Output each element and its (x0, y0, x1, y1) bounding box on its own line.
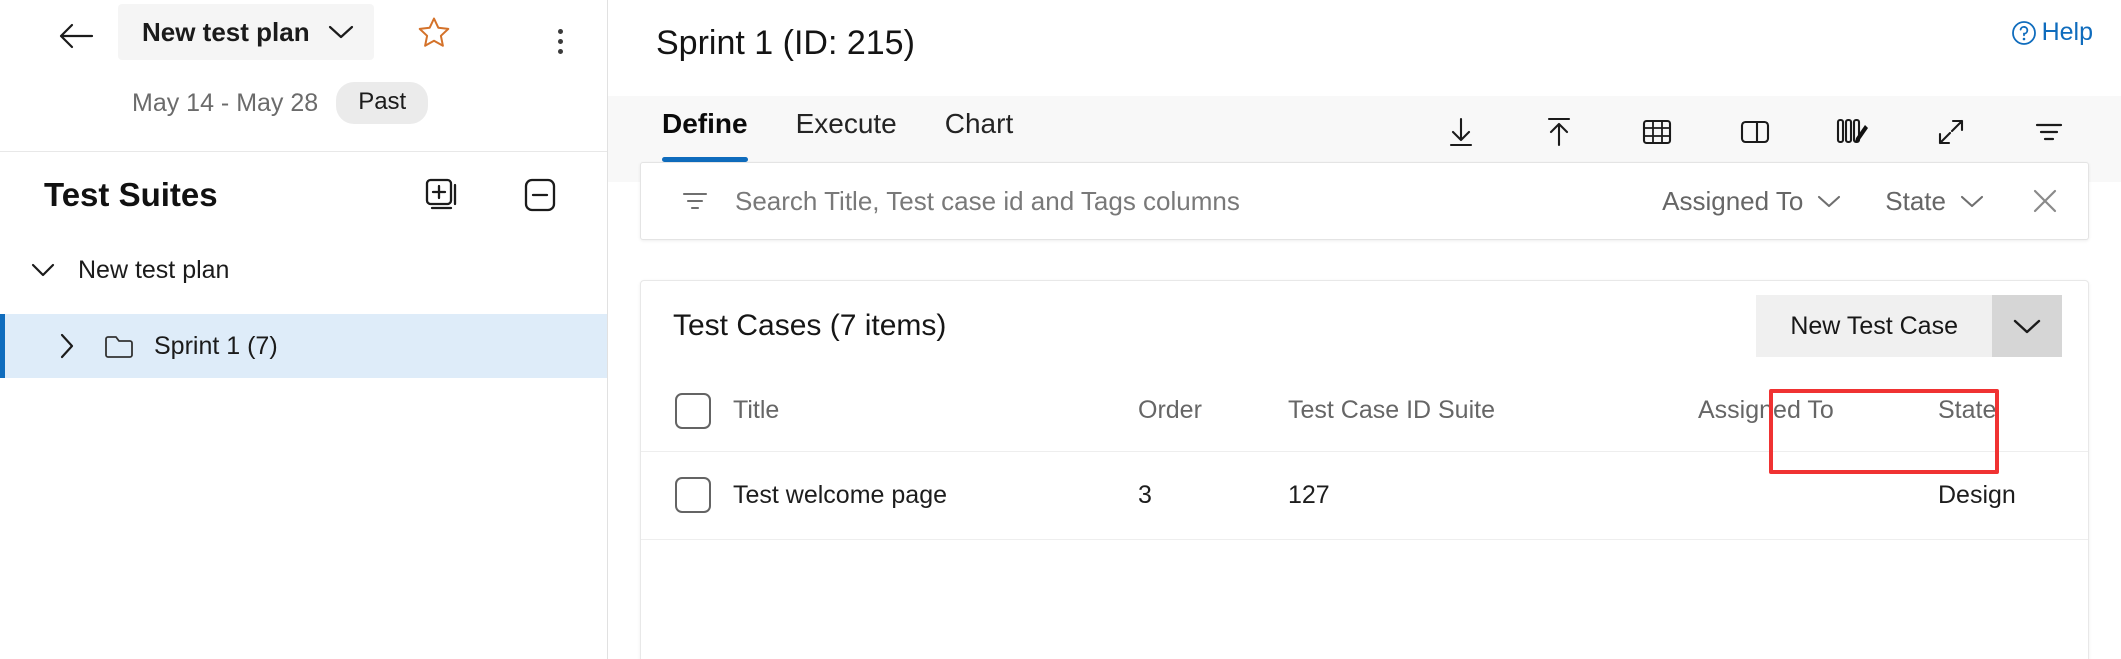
cell-value: 127 (1288, 481, 1330, 509)
test-cases-header: Test Cases (7 items) New Test Case (641, 281, 2088, 371)
filter-state-label: State (1885, 186, 1946, 217)
test-cases-card: Test Cases (7 items) New Test Case (640, 280, 2089, 659)
column-header-assigned-to[interactable]: Assigned To (1698, 371, 1938, 451)
folder-icon (104, 334, 134, 359)
tab-execute[interactable]: Execute (772, 108, 921, 162)
test-suites-header: Test Suites (0, 152, 607, 238)
row-checkbox[interactable] (675, 477, 711, 513)
chevron-down-icon (328, 24, 354, 40)
row-select-cell (641, 451, 733, 539)
expand-icon[interactable] (1923, 102, 1979, 162)
filter-assigned-to[interactable]: Assigned To (1662, 186, 1841, 217)
search-input[interactable] (735, 186, 1618, 217)
search-filter-icon[interactable] (679, 188, 711, 214)
new-test-case-split-button: New Test Case (1756, 295, 2062, 357)
tree-item-sprint-1[interactable]: Sprint 1 (7) (0, 314, 607, 378)
new-test-case-button[interactable]: New Test Case (1756, 295, 1992, 357)
tab-chart[interactable]: Chart (921, 108, 1037, 162)
table-header-row: Title Order Test Case ID Suite Assigned (641, 371, 2088, 451)
tab-define[interactable]: Define (656, 108, 772, 162)
help-label: Help (2042, 18, 2093, 47)
test-cases-heading: Test Cases (7 items) (673, 309, 946, 343)
new-test-case-caret[interactable] (1992, 295, 2062, 357)
grid-icon[interactable] (1629, 102, 1685, 162)
filter-state[interactable]: State (1885, 186, 1984, 217)
column-header-test-case-id[interactable]: Test Case ID (1288, 371, 1438, 451)
upload-icon[interactable] (1531, 102, 1587, 162)
plan-date-row: May 14 - May 28 Past (0, 82, 607, 124)
table-header: Title Order Test Case ID Suite Assigned (641, 371, 2088, 451)
help-circle-icon (2010, 19, 2038, 47)
test-suites-title: Test Suites (44, 176, 218, 214)
column-header-title[interactable]: Title (733, 371, 1138, 451)
cell-test-case-id: 127 (1288, 451, 1438, 539)
test-suites-actions (421, 174, 561, 216)
column-header-suite[interactable]: Suite (1438, 371, 1698, 451)
search-wrap: Assigned To State (608, 162, 2121, 240)
table-row[interactable]: Test welcome page 3 127 (641, 451, 2088, 539)
cell-order: 3 (1138, 451, 1288, 539)
table-body: Test welcome page 3 127 (641, 451, 2088, 539)
collapse-all-icon[interactable] (519, 174, 561, 216)
column-options-icon[interactable] (1825, 102, 1881, 162)
column-header-order[interactable]: Order (1138, 371, 1288, 451)
back-arrow-icon[interactable] (52, 12, 100, 60)
add-suite-icon[interactable] (421, 174, 463, 216)
test-cases-table: Title Order Test Case ID Suite Assigned (641, 371, 2088, 540)
tree-item-new-test-plan[interactable]: New test plan (0, 242, 607, 298)
help-link[interactable]: Help (2010, 18, 2093, 47)
chevron-down-icon (1960, 194, 1984, 208)
more-options-icon[interactable] (540, 20, 580, 62)
test-suites-tree: New test plan Sprint 1 (7) (0, 238, 607, 378)
favorite-star-icon[interactable] (412, 10, 456, 54)
chevron-right-icon[interactable] (44, 332, 90, 360)
plan-date-range: May 14 - May 28 (132, 89, 318, 118)
side-panel-icon[interactable] (1727, 102, 1783, 162)
clear-filters-icon[interactable] (2028, 184, 2062, 218)
column-label: Suite (1438, 396, 1495, 424)
column-label: Test Case ID (1288, 396, 1431, 424)
test-plans-app: New test plan May 14 - May 28 Past (0, 0, 2121, 659)
test-plan-selector[interactable]: New test plan (118, 4, 374, 60)
download-icon[interactable] (1433, 102, 1489, 162)
column-label: Order (1138, 396, 1202, 424)
tree-item-label: Sprint 1 (7) (154, 332, 278, 361)
filter-icon[interactable] (2021, 102, 2077, 162)
chevron-down-icon[interactable] (20, 262, 66, 278)
page-title: Sprint 1 (ID: 215) (656, 24, 915, 63)
search-bar: Assigned To State (640, 162, 2089, 240)
chevron-down-icon (1817, 194, 1841, 208)
select-all-checkbox[interactable] (675, 393, 711, 429)
cell-title: Test welcome page (733, 451, 1138, 539)
test-plan-name: New test plan (142, 17, 310, 48)
filter-assigned-to-label: Assigned To (1662, 186, 1803, 217)
plan-header: New test plan May 14 - May 28 Past (0, 0, 607, 152)
plan-status-badge: Past (336, 82, 428, 124)
main-toolbar (1433, 102, 2077, 162)
column-header-state[interactable]: State (1938, 371, 2088, 451)
page-title-bar: Sprint 1 (ID: 215) Help (608, 0, 2121, 96)
select-all-cell (641, 371, 733, 451)
tree-item-label: New test plan (78, 256, 229, 285)
column-label: Assigned To (1698, 396, 1834, 424)
cell-assigned-to (1698, 451, 1938, 539)
cell-value: Test welcome page (733, 481, 947, 509)
left-pane: New test plan May 14 - May 28 Past (0, 0, 608, 659)
cell-value: 3 (1138, 481, 1152, 509)
main-pane: Sprint 1 (ID: 215) Help Define Execute C… (608, 0, 2121, 659)
cell-value: Design (1938, 481, 2016, 509)
tabs: Define Execute Chart (656, 96, 1037, 162)
column-label: State (1938, 396, 1996, 424)
cell-suite (1438, 451, 1698, 539)
column-label: Title (733, 396, 779, 424)
cell-state: Design (1938, 451, 2088, 539)
